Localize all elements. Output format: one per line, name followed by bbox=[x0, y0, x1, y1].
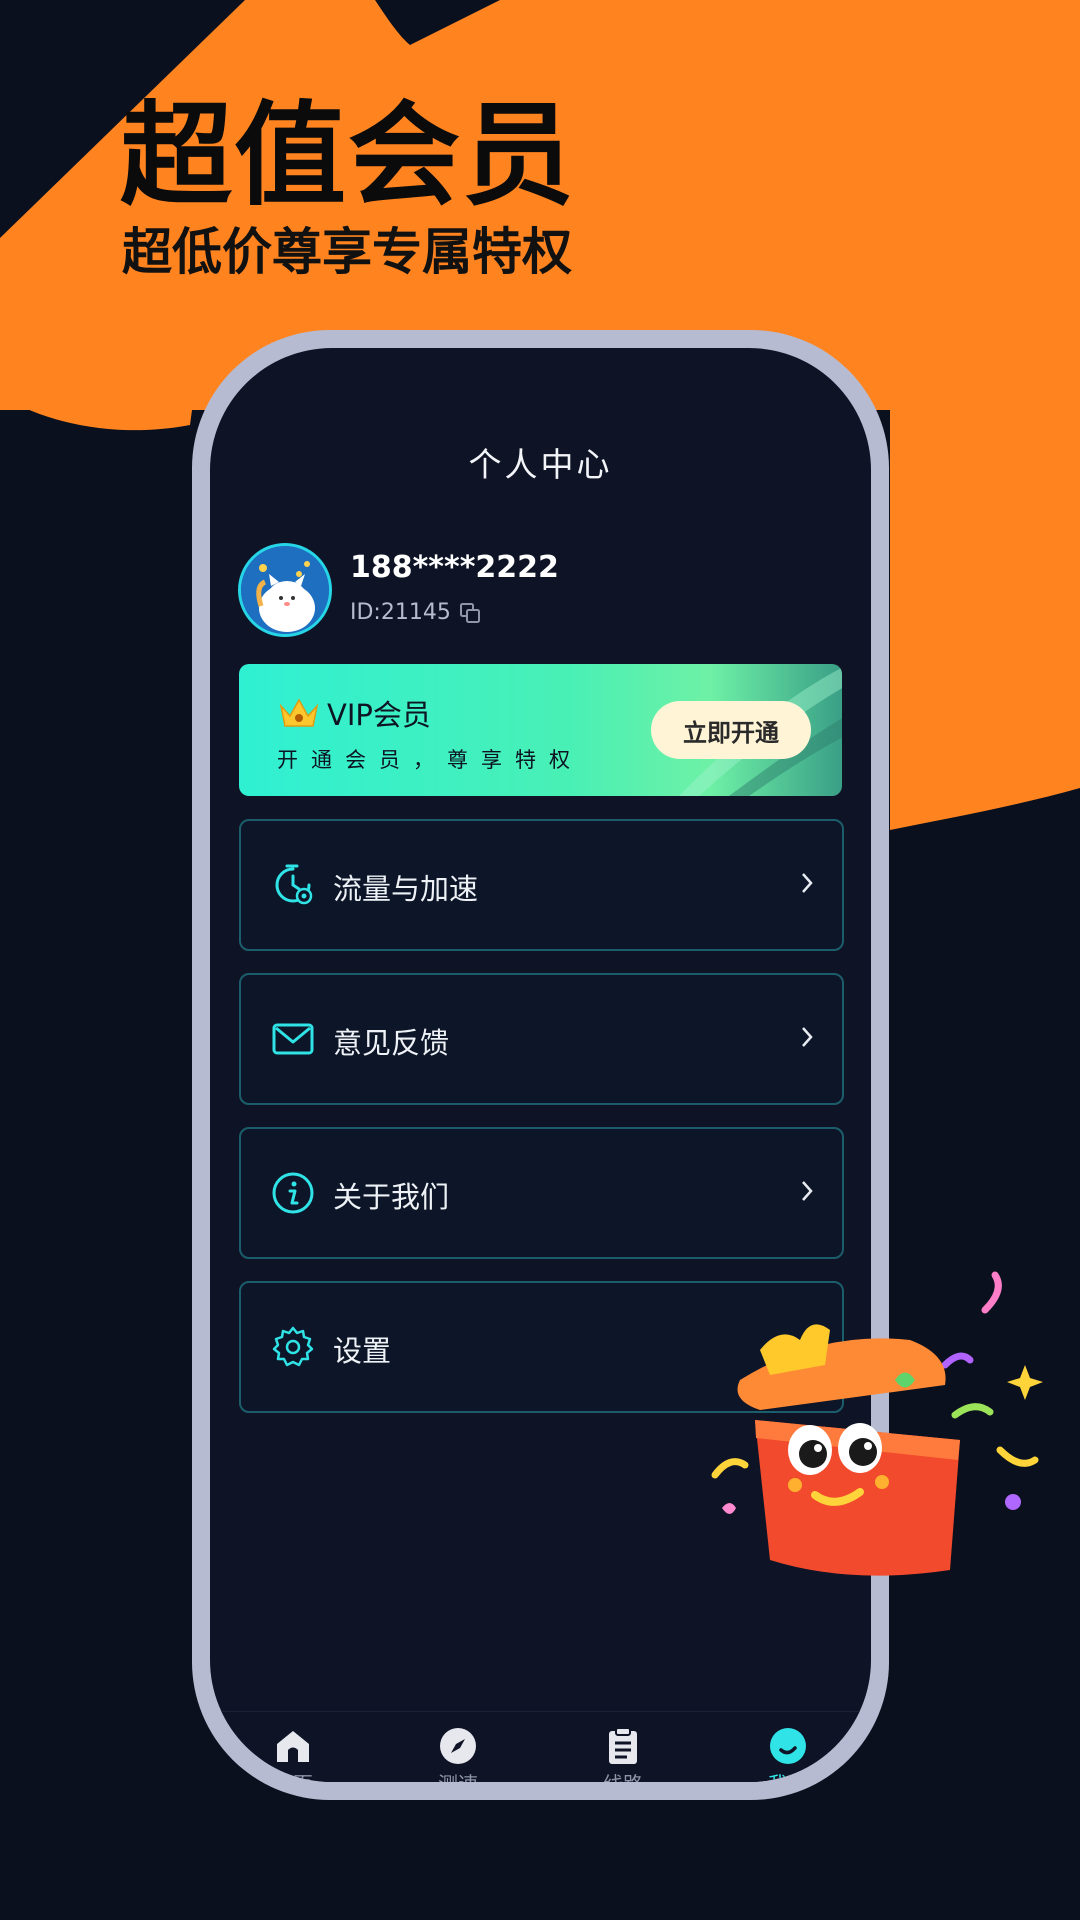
tab-home[interactable]: 首页 bbox=[238, 1726, 348, 1782]
avatar-cat-image bbox=[241, 546, 329, 634]
menu-label: 关于我们 bbox=[333, 1180, 450, 1214]
bottom-tab-bar: 首页 测速 线路 bbox=[210, 1711, 871, 1782]
hero-title: 超值会员 bbox=[120, 91, 576, 221]
menu-item-feedback[interactable]: 意见反馈 bbox=[239, 973, 844, 1105]
avatar[interactable] bbox=[238, 543, 332, 637]
menu-item-traffic-speed[interactable]: 流量与加速 bbox=[239, 819, 844, 951]
activate-vip-button[interactable]: 立即开通 bbox=[651, 701, 811, 759]
tab-label: 测速 bbox=[403, 1768, 513, 1782]
gift-box-mascot-image bbox=[711, 1271, 1043, 1576]
chevron-right-icon bbox=[802, 873, 813, 893]
page-title: 个人中心 bbox=[468, 445, 613, 484]
tab-label: 首页 bbox=[238, 1768, 348, 1782]
info-icon bbox=[272, 1172, 314, 1214]
hero-subtitle: 超低价尊享专属特权 bbox=[122, 223, 572, 281]
clipboard-icon bbox=[609, 1727, 637, 1764]
tab-routes[interactable]: 线路 bbox=[568, 1726, 678, 1782]
menu-label: 设置 bbox=[333, 1334, 392, 1368]
traffic-speed-icon bbox=[275, 864, 313, 905]
menu-label: 流量与加速 bbox=[333, 872, 479, 906]
menu-label: 意见反馈 bbox=[333, 1026, 450, 1060]
compass-icon bbox=[440, 1728, 476, 1764]
crown-icon bbox=[279, 698, 319, 727]
gear-icon bbox=[272, 1326, 314, 1367]
chevron-right-icon bbox=[802, 1181, 813, 1201]
tab-speed-test[interactable]: 测速 bbox=[403, 1726, 513, 1782]
home-icon bbox=[277, 1731, 309, 1762]
tab-label: 我的 bbox=[733, 1768, 843, 1782]
profile-icon bbox=[770, 1728, 806, 1764]
mail-icon bbox=[272, 1023, 314, 1055]
copy-icon[interactable] bbox=[459, 602, 481, 624]
vip-banner[interactable]: VIP会员 开通会员，尊享特权 立即开通 bbox=[239, 664, 842, 796]
user-phone-number: 188****2222 bbox=[350, 550, 559, 585]
vip-title: VIP会员 bbox=[327, 698, 431, 732]
user-id-row: ID:21145 bbox=[350, 600, 481, 625]
vip-subtitle: 开通会员，尊享特权 bbox=[277, 748, 583, 772]
chevron-right-icon bbox=[802, 1027, 813, 1047]
tab-label: 线路 bbox=[568, 1768, 678, 1782]
tab-mine[interactable]: 我的 bbox=[733, 1726, 843, 1782]
vip-title-row: VIP会员 bbox=[277, 692, 431, 734]
menu-item-about-us[interactable]: 关于我们 bbox=[239, 1127, 844, 1259]
user-id: ID:21145 bbox=[350, 600, 451, 625]
